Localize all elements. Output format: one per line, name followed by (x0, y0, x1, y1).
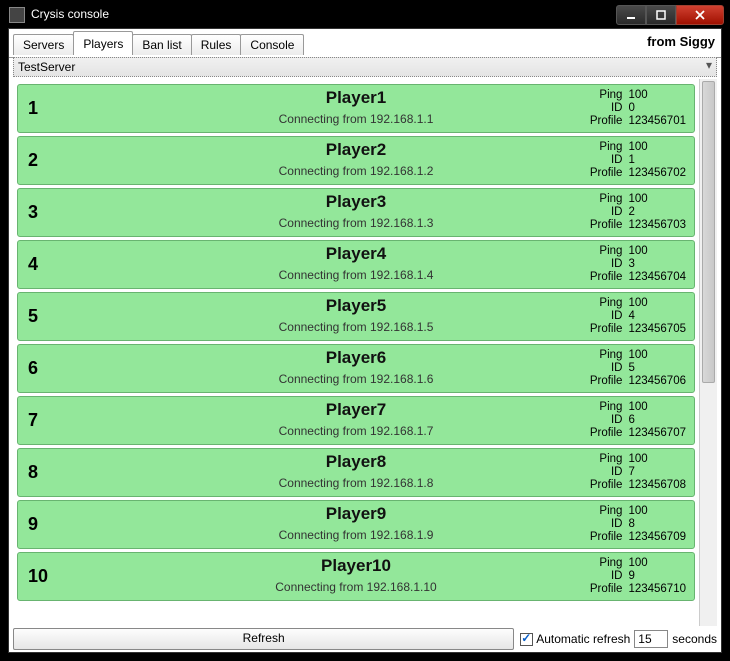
id-value: 5 (628, 362, 686, 375)
ping-label: Ping (590, 453, 623, 466)
scrollbar[interactable] (699, 79, 717, 626)
id-label: ID (590, 310, 623, 323)
maximize-icon (656, 10, 666, 20)
id-value: 1 (628, 154, 686, 167)
profile-value: 123456707 (628, 427, 686, 440)
ping-label: Ping (590, 349, 623, 362)
id-label: ID (590, 466, 623, 479)
tab-servers[interactable]: Servers (13, 34, 74, 55)
ping-label: Ping (590, 557, 623, 570)
profile-value: 123456703 (628, 219, 686, 232)
id-label: ID (590, 206, 623, 219)
tab-players[interactable]: Players (73, 31, 133, 54)
auto-refresh-label: Automatic refresh (536, 632, 630, 646)
profile-value: 123456706 (628, 375, 686, 388)
from-label: from Siggy (647, 34, 715, 49)
id-value: 6 (628, 414, 686, 427)
id-value: 7 (628, 466, 686, 479)
player-row[interactable]: 8Player8Connecting from 192.168.1.8Ping1… (17, 448, 695, 497)
ping-value: 100 (628, 453, 686, 466)
id-value: 4 (628, 310, 686, 323)
id-value: 9 (628, 570, 686, 583)
app-icon (9, 7, 25, 23)
ping-label: Ping (590, 401, 623, 414)
ping-label: Ping (590, 89, 623, 102)
profile-label: Profile (590, 479, 623, 492)
player-row[interactable]: 6Player6Connecting from 192.168.1.6Ping1… (17, 344, 695, 393)
auto-refresh-checkbox[interactable] (520, 633, 533, 646)
minimize-button[interactable] (616, 5, 646, 25)
id-label: ID (590, 154, 623, 167)
ping-value: 100 (628, 401, 686, 414)
profile-value: 123456704 (628, 271, 686, 284)
profile-label: Profile (590, 219, 623, 232)
scrollbar-thumb[interactable] (702, 81, 715, 383)
ping-value: 100 (628, 349, 686, 362)
refresh-button[interactable]: Refresh (13, 628, 514, 650)
profile-label: Profile (590, 427, 623, 440)
ping-value: 100 (628, 141, 686, 154)
id-label: ID (590, 414, 623, 427)
refresh-interval-input[interactable]: 15 (634, 630, 668, 648)
player-row[interactable]: 5Player5Connecting from 192.168.1.5Ping1… (17, 292, 695, 341)
player-row[interactable]: 10Player10Connecting from 192.168.1.10Pi… (17, 552, 695, 601)
player-row[interactable]: 1Player1Connecting from 192.168.1.1Ping1… (17, 84, 695, 133)
player-list: 1Player1Connecting from 192.168.1.1Ping1… (13, 79, 699, 626)
player-row[interactable]: 9Player9Connecting from 192.168.1.9Ping1… (17, 500, 695, 549)
profile-value: 123456710 (628, 583, 686, 596)
tab-console[interactable]: Console (240, 34, 304, 55)
close-button[interactable] (676, 5, 724, 25)
ping-label: Ping (590, 297, 623, 310)
titlebar[interactable]: Crysis console (3, 3, 727, 26)
profile-value: 123456708 (628, 479, 686, 492)
ping-label: Ping (590, 193, 623, 206)
ping-value: 100 (628, 557, 686, 570)
profile-label: Profile (590, 167, 623, 180)
profile-label: Profile (590, 583, 623, 596)
window-title: Crysis console (31, 3, 109, 26)
tab-banlist[interactable]: Ban list (132, 34, 191, 55)
ping-value: 100 (628, 193, 686, 206)
ping-label: Ping (590, 245, 623, 258)
id-value: 2 (628, 206, 686, 219)
ping-value: 100 (628, 505, 686, 518)
id-label: ID (590, 570, 623, 583)
profile-value: 123456709 (628, 531, 686, 544)
profile-value: 123456701 (628, 115, 686, 128)
ping-value: 100 (628, 89, 686, 102)
id-label: ID (590, 362, 623, 375)
id-value: 3 (628, 258, 686, 271)
player-row[interactable]: 2Player2Connecting from 192.168.1.2Ping1… (17, 136, 695, 185)
id-label: ID (590, 102, 623, 115)
ping-label: Ping (590, 141, 623, 154)
profile-label: Profile (590, 375, 623, 388)
id-label: ID (590, 258, 623, 271)
profile-value: 123456702 (628, 167, 686, 180)
player-row[interactable]: 4Player4Connecting from 192.168.1.4Ping1… (17, 240, 695, 289)
profile-value: 123456705 (628, 323, 686, 336)
minimize-icon (626, 10, 636, 20)
player-row[interactable]: 3Player3Connecting from 192.168.1.3Ping1… (17, 188, 695, 237)
profile-label: Profile (590, 531, 623, 544)
server-dropdown[interactable]: TestServer (13, 57, 717, 77)
tab-strip: ServersPlayersBan listRulesConsole from … (9, 29, 721, 58)
tab-rules[interactable]: Rules (191, 34, 242, 55)
maximize-button[interactable] (646, 5, 676, 25)
server-dropdown-value: TestServer (18, 60, 75, 74)
ping-label: Ping (590, 505, 623, 518)
id-value: 0 (628, 102, 686, 115)
ping-value: 100 (628, 245, 686, 258)
id-value: 8 (628, 518, 686, 531)
id-label: ID (590, 518, 623, 531)
profile-label: Profile (590, 271, 623, 284)
player-row[interactable]: 7Player7Connecting from 192.168.1.7Ping1… (17, 396, 695, 445)
close-icon (694, 10, 706, 20)
profile-label: Profile (590, 323, 623, 336)
seconds-label: seconds (672, 632, 717, 646)
ping-value: 100 (628, 297, 686, 310)
profile-label: Profile (590, 115, 623, 128)
